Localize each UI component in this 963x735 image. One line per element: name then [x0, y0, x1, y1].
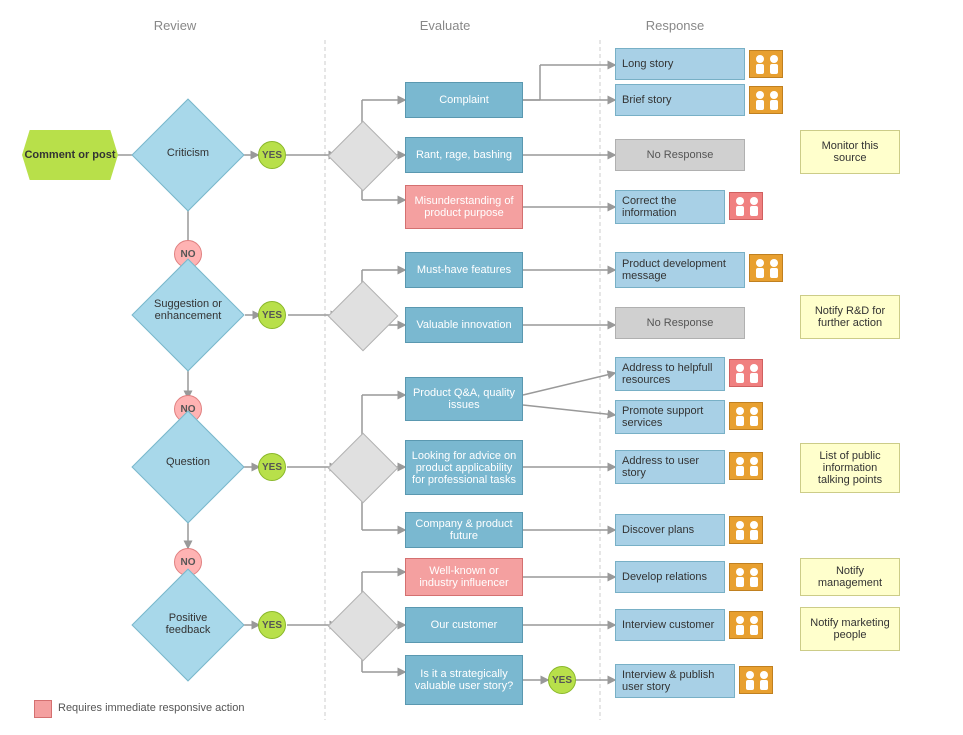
question-yes-circle: YES — [258, 453, 286, 481]
product-dev-action-icon — [749, 254, 783, 282]
complaint-node: Complaint — [405, 82, 523, 118]
develop-relations-response: Develop relations — [615, 561, 725, 593]
discover-plans-action-icon — [729, 516, 763, 544]
rant-node: Rant, rage, bashing — [405, 137, 523, 173]
promote-support-action-icon — [729, 402, 763, 430]
our-customer-node: Our customer — [405, 607, 523, 643]
diagram: Review Evaluate Response — [0, 0, 963, 735]
positive-yes-circle: YES — [258, 611, 286, 639]
address-helpful-response: Address to helpfull resources — [615, 357, 725, 391]
legend-text: Requires immediate responsive action — [58, 702, 244, 714]
criticism-diamond — [131, 98, 244, 211]
correct-info-response: Correct the information — [615, 190, 725, 224]
list-public-notification: List of public information talking point… — [800, 443, 900, 493]
brief-story-action-icon — [749, 86, 783, 114]
misunderstanding-node: Misunderstanding of product purpose — [405, 185, 523, 229]
col-review: Review — [100, 18, 250, 33]
develop-relations-action-icon — [729, 563, 763, 591]
long-story-response: Long story — [615, 48, 745, 80]
looking-advice-node: Looking for advice on product applicabil… — [405, 440, 523, 495]
col-response: Response — [600, 18, 750, 33]
product-dev-response: Product development message — [615, 252, 745, 288]
suggestion-yes-circle: YES — [258, 301, 286, 329]
valuable-node: Valuable innovation — [405, 307, 523, 343]
eval-positive-diamond — [328, 591, 399, 662]
must-have-node: Must-have features — [405, 252, 523, 288]
address-user-response: Address to user story — [615, 450, 725, 484]
no-response-1: No Response — [615, 139, 745, 171]
correct-info-action-icon — [729, 192, 763, 220]
eval-suggestion-diamond — [328, 281, 399, 352]
address-helpful-action-icon — [729, 359, 763, 387]
eval-criticism-diamond — [328, 121, 399, 192]
strategic-node: Is it a strategically valuable user stor… — [405, 655, 523, 705]
interview-customer-action-icon — [729, 611, 763, 639]
criticism-yes-circle: YES — [258, 141, 286, 169]
brief-story-response: Brief story — [615, 84, 745, 116]
eval-question-diamond — [328, 433, 399, 504]
positive-diamond — [131, 568, 244, 681]
col-evaluate: Evaluate — [370, 18, 520, 33]
interview-publish-action-icon — [739, 666, 773, 694]
notify-marketing-notification: Notify marketing people — [800, 607, 900, 651]
notify-mgmt-notification: Notify management — [800, 558, 900, 596]
monitor-notification: Monitor this source — [800, 130, 900, 174]
discover-plans-response: Discover plans — [615, 514, 725, 546]
interview-publish-response: Interview & publish user story — [615, 664, 735, 698]
suggestion-diamond — [131, 258, 244, 371]
start-node: Comment or post — [22, 130, 118, 180]
no-response-2: No Response — [615, 307, 745, 339]
address-user-action-icon — [729, 452, 763, 480]
long-story-action-icon — [749, 50, 783, 78]
product-qa-node: Product Q&A, quality issues — [405, 377, 523, 421]
legend-icon — [34, 700, 52, 718]
promote-support-response: Promote support services — [615, 400, 725, 434]
interview-customer-response: Interview customer — [615, 609, 725, 641]
question-diamond — [131, 410, 244, 523]
notify-rd-notification: Notify R&D for further action — [800, 295, 900, 339]
company-future-node: Company & product future — [405, 512, 523, 548]
strategic-yes-circle: YES — [548, 666, 576, 694]
well-known-node: Well-known or industry influencer — [405, 558, 523, 596]
